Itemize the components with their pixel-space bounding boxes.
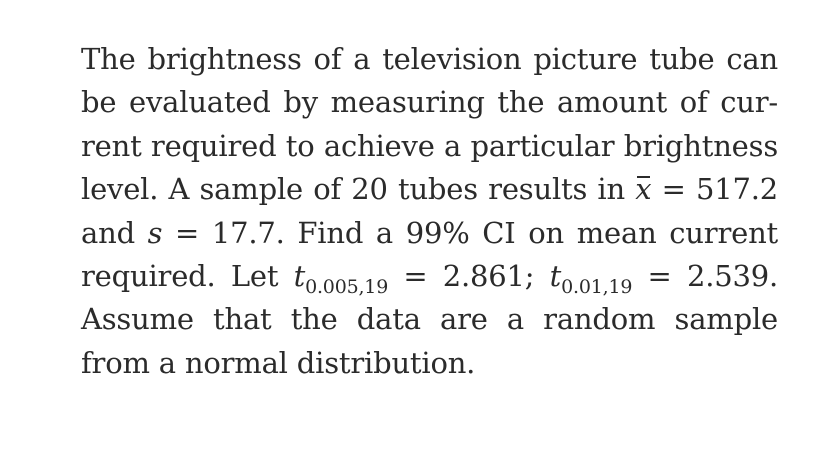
problem-line-5: and s = 17.7. Find a 99% CI on mean curr… xyxy=(81,212,778,255)
line-5-suffix: = 17.7. Find a 99% CI on mean current xyxy=(162,215,778,250)
line-4-prefix: level. A sample of 20 tubes results in xyxy=(81,172,636,207)
problem-statement: The brightness of a television picture t… xyxy=(81,38,778,385)
problem-line-7: Assume that the data are a random sample xyxy=(81,302,778,337)
problem-line-1: The brightness of a television picture t… xyxy=(81,42,778,76)
page: The brightness of a television picture t… xyxy=(0,0,838,462)
t-symbol-2: t xyxy=(549,258,562,293)
problem-line-6: required. Let t0.005,19 = 2.861; t0.01,1… xyxy=(81,255,778,298)
line-6-prefix: required. Let xyxy=(81,258,294,293)
line-6-suffix: = 2.539. xyxy=(632,258,779,293)
t-subscript-2: 0.01,19 xyxy=(561,275,633,298)
line-6-middle: = 2.861; xyxy=(388,258,550,293)
problem-line-4: level. A sample of 20 tubes results in x… xyxy=(81,168,778,211)
sample-mean-symbol: x xyxy=(635,168,651,211)
line-4-suffix: = 517.2 xyxy=(651,172,779,207)
problem-line-2: be evaluated by measuring the amount of … xyxy=(81,85,778,120)
std-dev-symbol: s xyxy=(147,215,163,250)
line-5-prefix: and xyxy=(81,215,148,250)
problem-line-3: rent required to achieve a particular br… xyxy=(81,128,778,163)
problem-line-8: from a normal distribution. xyxy=(81,345,476,380)
t-subscript-1: 0.005,19 xyxy=(305,275,389,298)
t-symbol-1: t xyxy=(293,258,306,293)
